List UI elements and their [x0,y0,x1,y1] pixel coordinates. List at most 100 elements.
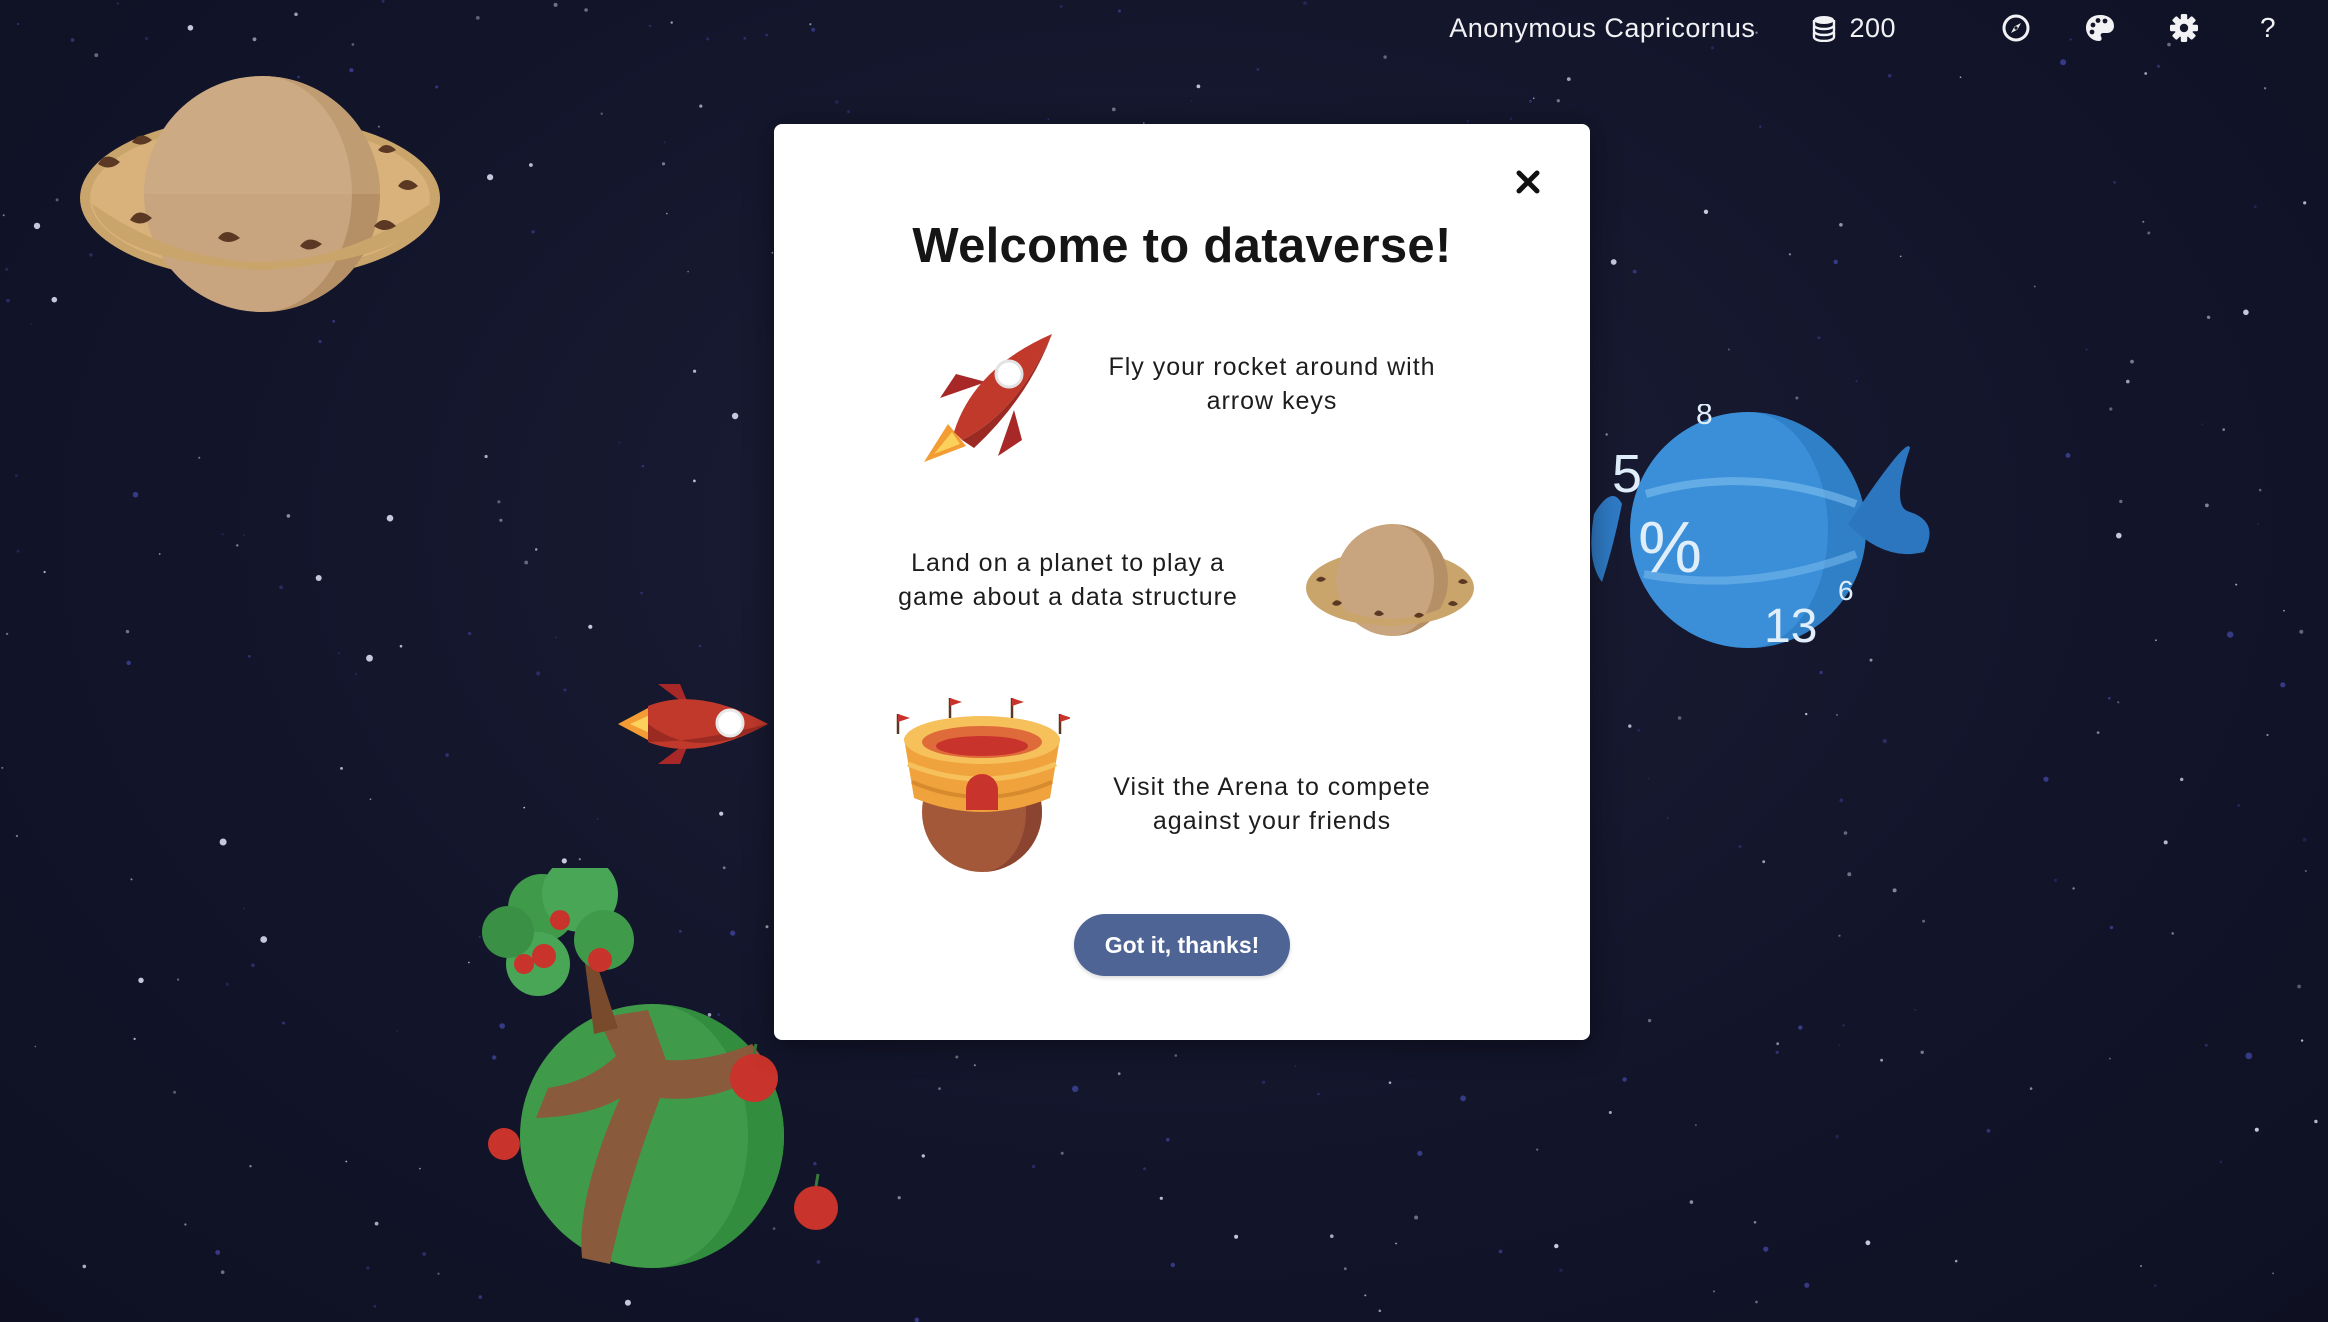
star [2130,359,2134,364]
star [2237,804,2240,807]
star [1460,1095,1466,1102]
star [563,688,567,692]
star [15,834,18,838]
star [663,141,666,144]
star [1833,259,1838,265]
got-it-button[interactable]: Got it, thanks! [1074,914,1290,976]
star [2108,696,2111,700]
star [1059,5,1063,8]
candy-digit-6: 6 [1838,575,1854,606]
star [811,27,816,32]
star [1804,1282,1810,1288]
star [973,1064,976,1067]
star [2029,1087,2033,1090]
candy-planet[interactable]: 8 5 % 6 13 [1586,404,1930,654]
star [419,1167,421,1170]
palette-button[interactable] [2080,8,2120,48]
settings-button[interactable] [2164,8,2204,48]
star [1869,658,1873,662]
star [374,1221,379,1226]
star [6,298,10,303]
star [1509,117,1513,121]
candy-digit-13: 13 [1764,600,1817,653]
star [55,198,59,202]
username-label[interactable]: Anonymous Capricornus [1449,13,1755,44]
star [2297,984,2302,989]
star [2147,231,2151,235]
star [2206,315,2211,319]
instruction-row-rocket: Fly your rocket around with arrow keys [774,324,1590,484]
star [236,544,239,547]
star [2245,1052,2253,1060]
star [2096,731,2100,734]
star [687,270,689,273]
star [251,963,255,968]
star [248,655,251,658]
top-bar: Anonymous Capricornus 200 ? [1449,0,2328,56]
star [561,858,567,864]
star [2142,220,2145,223]
star [2144,72,2148,75]
star [1888,74,1892,78]
instruction-row-arena: Visit the Arena to compete against your … [774,694,1590,884]
help-button[interactable]: ? [2248,8,2288,48]
star [2266,733,2269,737]
star [437,1272,440,1275]
star [1838,1044,1841,1047]
star [1775,1050,1779,1054]
star [16,549,20,553]
star [467,631,472,636]
star [1294,1065,1297,1067]
star [2302,837,2307,842]
star [1835,1134,1839,1139]
star [1836,714,1838,716]
star [2272,1272,2275,1275]
instruction-text-rocket-line2: arrow keys [1206,387,1338,415]
compass-button[interactable] [1996,8,2036,48]
star [1637,728,1641,732]
star [294,12,298,17]
star [399,644,403,648]
star [955,1055,959,1059]
instruction-text-arena-line2: against your friends [1152,807,1392,835]
star [1914,1008,1917,1011]
star [2201,423,2204,426]
star [484,454,488,459]
instruction-text-planet-line2: game about a data structure [898,583,1238,611]
star [173,1090,177,1094]
star [2116,532,2122,539]
star [640,591,643,595]
star [125,629,130,634]
star [1566,77,1571,81]
star [369,798,372,800]
player-rocket[interactable] [618,664,778,770]
star [475,16,480,20]
star [198,456,201,459]
star [847,110,850,113]
star [366,654,373,662]
star [340,767,343,770]
star [1117,1072,1121,1076]
star [661,162,666,166]
star [17,23,19,25]
star [225,982,229,987]
star [133,1037,136,1040]
candy-digit-5: 5 [1612,444,1642,504]
star [938,1087,941,1090]
star [1689,1200,1694,1204]
close-icon[interactable] [1510,164,1546,200]
star [422,1252,427,1256]
star [1817,336,1821,340]
star [1753,1221,1757,1224]
star [1556,99,1560,103]
star [1417,1150,1423,1156]
star [693,479,696,483]
star [2072,887,2075,890]
star [138,977,144,983]
star [1805,712,1808,716]
instruction-text-rocket: Fly your rocket around with arrow keys [1092,350,1452,418]
star [497,500,501,504]
star [14,474,18,478]
cookie-planet[interactable] [78,70,442,322]
star [1529,99,1532,103]
